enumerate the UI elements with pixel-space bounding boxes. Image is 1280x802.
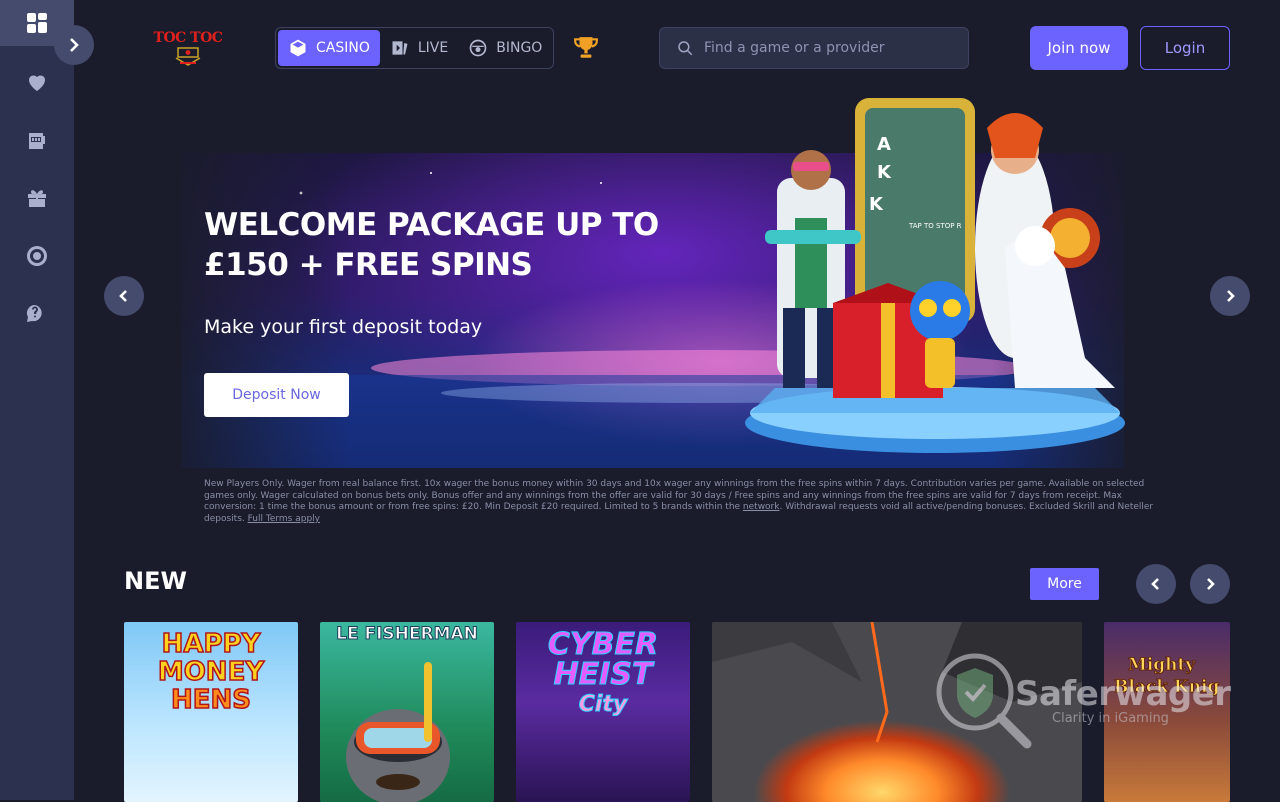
chevron-right-icon <box>1207 578 1215 590</box>
sidebar-item-promotions[interactable] <box>0 175 74 221</box>
watermark: Saferwager Clarity in iGaming <box>935 652 1231 752</box>
chevron-left-icon <box>1151 578 1159 590</box>
grid-icon <box>27 13 47 33</box>
full-terms-link[interactable]: Full Terms apply <box>248 514 320 524</box>
game-title-line2: HEIST <box>553 657 653 692</box>
phone-reel-k2: K <box>869 194 884 215</box>
game-title-line3: City <box>578 692 628 718</box>
banner-next-button[interactable] <box>1210 276 1250 316</box>
sidebar-item-slots[interactable] <box>0 117 74 163</box>
terms-network-link[interactable]: network <box>743 502 780 512</box>
tab-live[interactable]: LIVE <box>380 30 458 66</box>
sidebar <box>0 0 74 800</box>
category-tabs: CASINO LIVE BINGO <box>275 27 554 69</box>
new-prev-button[interactable] <box>1136 564 1176 604</box>
game-title-line3: HENS <box>170 685 252 715</box>
site-logo[interactable]: TOC TOC <box>150 30 226 66</box>
login-button[interactable]: Login <box>1140 26 1230 70</box>
search-bar <box>659 27 969 69</box>
sidebar-item-favorites[interactable] <box>0 59 74 105</box>
gift-icon <box>28 190 46 207</box>
tab-live-label: LIVE <box>417 40 449 56</box>
tab-casino-label: CASINO <box>316 40 370 56</box>
bonus-terms: New Players Only. Wager from real balanc… <box>204 479 1174 525</box>
phone-reel-k1: K <box>877 162 892 183</box>
new-next-button[interactable] <box>1190 564 1230 604</box>
game-tile-happy-money-hens[interactable]: HAPPY MONEY HENS <box>124 622 298 802</box>
banner-subtitle: Make your first deposit today <box>204 316 483 338</box>
trophy-icon[interactable] <box>573 35 599 61</box>
phone-screen-text: TAP TO STOP R <box>908 222 962 230</box>
help-chat-icon <box>26 304 42 322</box>
logo-emblem-icon <box>175 47 201 66</box>
game-title-line1: CYBER <box>547 627 659 662</box>
tab-casino[interactable]: CASINO <box>278 30 380 66</box>
search-input[interactable] <box>704 40 954 56</box>
bingo-ball-icon <box>469 39 487 57</box>
game-tile-le-fisherman[interactable]: LE FISHERMAN <box>320 622 494 802</box>
dice-icon <box>290 39 306 57</box>
watermark-name: Saferwager <box>1015 674 1231 714</box>
banner-characters-illustration: A K K TAP TO STOP R <box>745 98 1125 453</box>
heart-icon <box>29 75 45 91</box>
banner-title-line1: WELCOME PACKAGE UP TO <box>204 207 659 243</box>
chevron-left-icon <box>119 290 127 302</box>
tab-bingo-label: BINGO <box>496 40 543 56</box>
search-icon <box>678 41 693 56</box>
sidebar-item-help[interactable] <box>0 291 74 337</box>
chevron-right-icon <box>1227 290 1235 302</box>
slot-machine-icon <box>29 133 45 149</box>
chevron-right-icon <box>70 38 79 52</box>
new-section-title: NEW <box>124 567 187 595</box>
game-art <box>346 662 450 802</box>
phone-reel-a: A <box>877 134 891 155</box>
banner-title-line2: £150 + FREE SPINS <box>204 247 533 283</box>
target-icon <box>27 246 47 266</box>
live-cards-icon <box>392 41 408 55</box>
game-title-line2: MONEY <box>157 657 265 687</box>
sidebar-toggle-button[interactable] <box>54 25 94 65</box>
game-title: HAPPY MONEY HENS <box>124 629 298 715</box>
banner-prev-button[interactable] <box>104 276 144 316</box>
tab-bingo[interactable]: BINGO <box>458 30 552 66</box>
join-now-button[interactable]: Join now <box>1030 26 1128 70</box>
game-title: CYBER HEIST City <box>516 627 690 720</box>
sidebar-item-tournaments[interactable] <box>0 233 74 279</box>
watermark-tagline: Clarity in iGaming <box>1052 711 1169 726</box>
deposit-now-button[interactable]: Deposit Now <box>204 373 349 417</box>
logo-text: TOC TOC <box>153 30 223 46</box>
game-tile-cyber-heist-city[interactable]: CYBER HEIST City <box>516 622 690 802</box>
banner-title: WELCOME PACKAGE UP TO £150 + FREE SPINS <box>204 205 664 285</box>
more-button[interactable]: More <box>1030 568 1099 600</box>
game-title-line1: HAPPY <box>161 629 261 659</box>
